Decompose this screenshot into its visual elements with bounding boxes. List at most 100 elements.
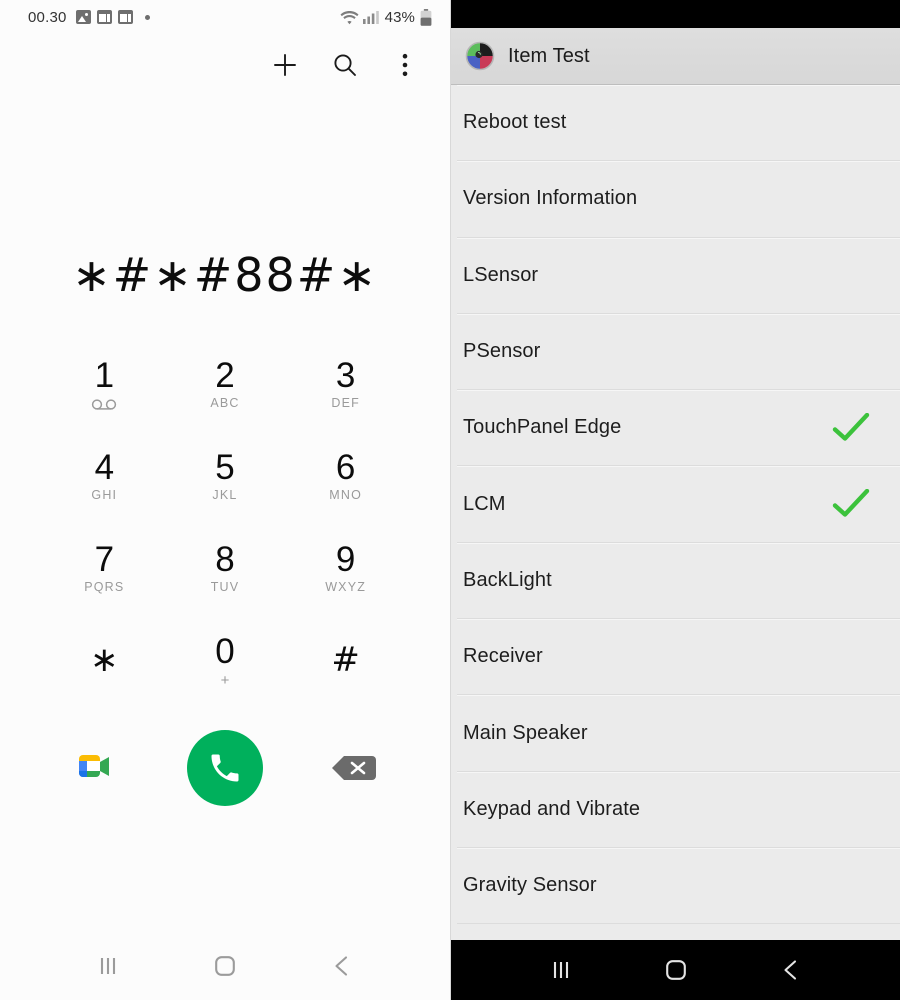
test-item-list: Reboot test Version Information LSensor … [451, 85, 900, 940]
top-black-strip [451, 0, 900, 28]
dialpad-key-hash[interactable]: # [285, 614, 406, 706]
dialpad-key-letters: JKL [212, 488, 238, 503]
dialpad-key-digit: 9 [335, 539, 356, 579]
dialpad-key-letters: TUV [210, 580, 240, 595]
dialpad-key-3[interactable]: 3 DEF [285, 338, 406, 430]
list-item[interactable]: LSensor [457, 238, 900, 314]
dialpad-key-digit: # [331, 640, 360, 680]
dialpad-key-5[interactable]: 5 JKL [165, 430, 286, 522]
search-button[interactable] [330, 50, 360, 80]
status-bar-system-icons: 43% [340, 8, 432, 26]
dialpad-key-7[interactable]: 7 PQRS [44, 522, 165, 614]
search-icon [334, 54, 356, 76]
dialpad: 1 2 ABC 3 DEF 4 GHI 5 JKL 6 MNO 7 PQRS 8… [0, 338, 450, 706]
list-item-label: Main Speaker [463, 721, 588, 744]
phone-dialer-panel: 00.30 43% ∗#∗#88#∗ 1 2 ABC 3 DEF 4 GHI 5… [0, 0, 450, 1000]
check-slot [830, 335, 872, 369]
wifi-icon [340, 10, 359, 24]
list-item-label: PSensor [463, 340, 541, 363]
dialpad-key-4[interactable]: 4 GHI [44, 430, 165, 522]
dialpad-key-plus: + [220, 672, 230, 690]
dialpad-key-digit: 6 [335, 447, 356, 487]
google-meet-button[interactable] [72, 745, 118, 791]
back-button[interactable] [315, 944, 369, 988]
status-bar-notification-icons [75, 10, 150, 24]
home-button[interactable] [198, 944, 252, 988]
list-item[interactable]: Receiver [457, 619, 900, 696]
home-button[interactable] [649, 948, 703, 992]
status-bar-clock: 00.30 [28, 8, 67, 26]
checkmark-icon [830, 487, 872, 521]
dialpad-key-6[interactable]: 6 MNO [285, 430, 406, 522]
list-item[interactable]: Main Speaker [457, 695, 900, 772]
dialpad-key-digit: 1 [94, 355, 115, 395]
dialpad-key-0[interactable]: 0 + [165, 614, 286, 706]
list-item-label: Gravity Sensor [463, 874, 597, 897]
list-item-label: Reboot test [463, 111, 567, 134]
dialpad-key-letters: PQRS [84, 580, 125, 595]
list-item-label: TouchPanel Edge [463, 416, 622, 439]
dialpad-key-digit: 0 [215, 631, 235, 671]
recents-button[interactable] [534, 948, 588, 992]
call-button[interactable] [187, 730, 263, 806]
dual-panel-screenshot: 00.30 43% ∗#∗#88#∗ 1 2 ABC 3 DEF 4 GHI 5… [0, 0, 900, 1000]
dialpad-key-star[interactable]: ∗ [44, 614, 165, 706]
list-item[interactable]: Gravity Sensor [457, 848, 900, 925]
recents-button[interactable] [81, 944, 135, 988]
item-test-app-icon [464, 40, 496, 72]
dialpad-key-digit: 7 [94, 539, 115, 579]
dot-indicator-icon [144, 14, 150, 20]
back-button[interactable] [764, 948, 818, 992]
dialed-number-display[interactable]: ∗#∗#88#∗ [0, 244, 450, 306]
dialpad-key-letters: DEF [331, 396, 360, 411]
item-test-panel: Item Test Reboot test Version Informatio… [450, 0, 900, 1000]
dialpad-key-digit: 5 [215, 447, 235, 487]
list-item-label: Version Information [463, 187, 638, 210]
checkmark-icon [830, 411, 872, 445]
list-item[interactable]: Keypad and Vibrate [457, 772, 900, 848]
dialpad-key-9[interactable]: 9 WXYZ [285, 522, 406, 614]
list-item-label: LCM [463, 492, 506, 515]
list-item[interactable]: Reboot test [457, 85, 900, 162]
battery-icon [420, 8, 432, 26]
check-slot [830, 716, 872, 750]
dialpad-key-2[interactable]: 2 ABC [165, 338, 286, 430]
backspace-button[interactable] [328, 751, 380, 785]
list-item[interactable]: BackLight [457, 543, 900, 620]
dialpad-key-8[interactable]: 8 TUV [165, 522, 286, 614]
list-item-label: Keypad and Vibrate [463, 797, 641, 820]
dialpad-key-letters: GHI [91, 488, 118, 503]
screenshot-icon [117, 10, 133, 24]
app-title: Item Test [508, 44, 590, 67]
list-item[interactable]: TouchPanel Edge [457, 390, 900, 467]
list-item[interactable]: Version Information [457, 161, 900, 238]
dialer-action-row [0, 722, 450, 814]
check-slot [830, 106, 872, 140]
battery-percent-label: 43% [384, 8, 415, 26]
list-item-label: LSensor [463, 263, 539, 286]
list-item-label: BackLight [463, 568, 552, 591]
dialpad-key-digit: 2 [215, 355, 235, 395]
list-item[interactable]: LCM [457, 466, 900, 543]
add-contact-button[interactable] [270, 50, 300, 80]
dialpad-key-1[interactable]: 1 [44, 338, 165, 430]
home-icon [215, 956, 235, 976]
photo-icon [75, 10, 91, 24]
more-options-button[interactable] [390, 50, 420, 80]
dialpad-key-letters: MNO [329, 488, 363, 503]
dialpad-key-letters: WXYZ [325, 580, 367, 595]
list-item-label: Receiver [463, 645, 543, 668]
status-bar: 00.30 43% [0, 0, 450, 34]
more-options-icon [402, 53, 408, 77]
voicemail-icon [91, 398, 117, 410]
app-header: Item Test [451, 28, 900, 85]
list-item[interactable]: PSensor [457, 314, 900, 391]
check-slot [830, 869, 872, 903]
signal-bars-icon [362, 11, 379, 24]
screenshot-icon [96, 10, 112, 24]
back-icon [335, 956, 347, 976]
dialpad-key-digit: 8 [215, 539, 235, 579]
google-meet-icon [79, 755, 109, 777]
home-icon [665, 960, 686, 980]
check-slot [830, 792, 872, 826]
